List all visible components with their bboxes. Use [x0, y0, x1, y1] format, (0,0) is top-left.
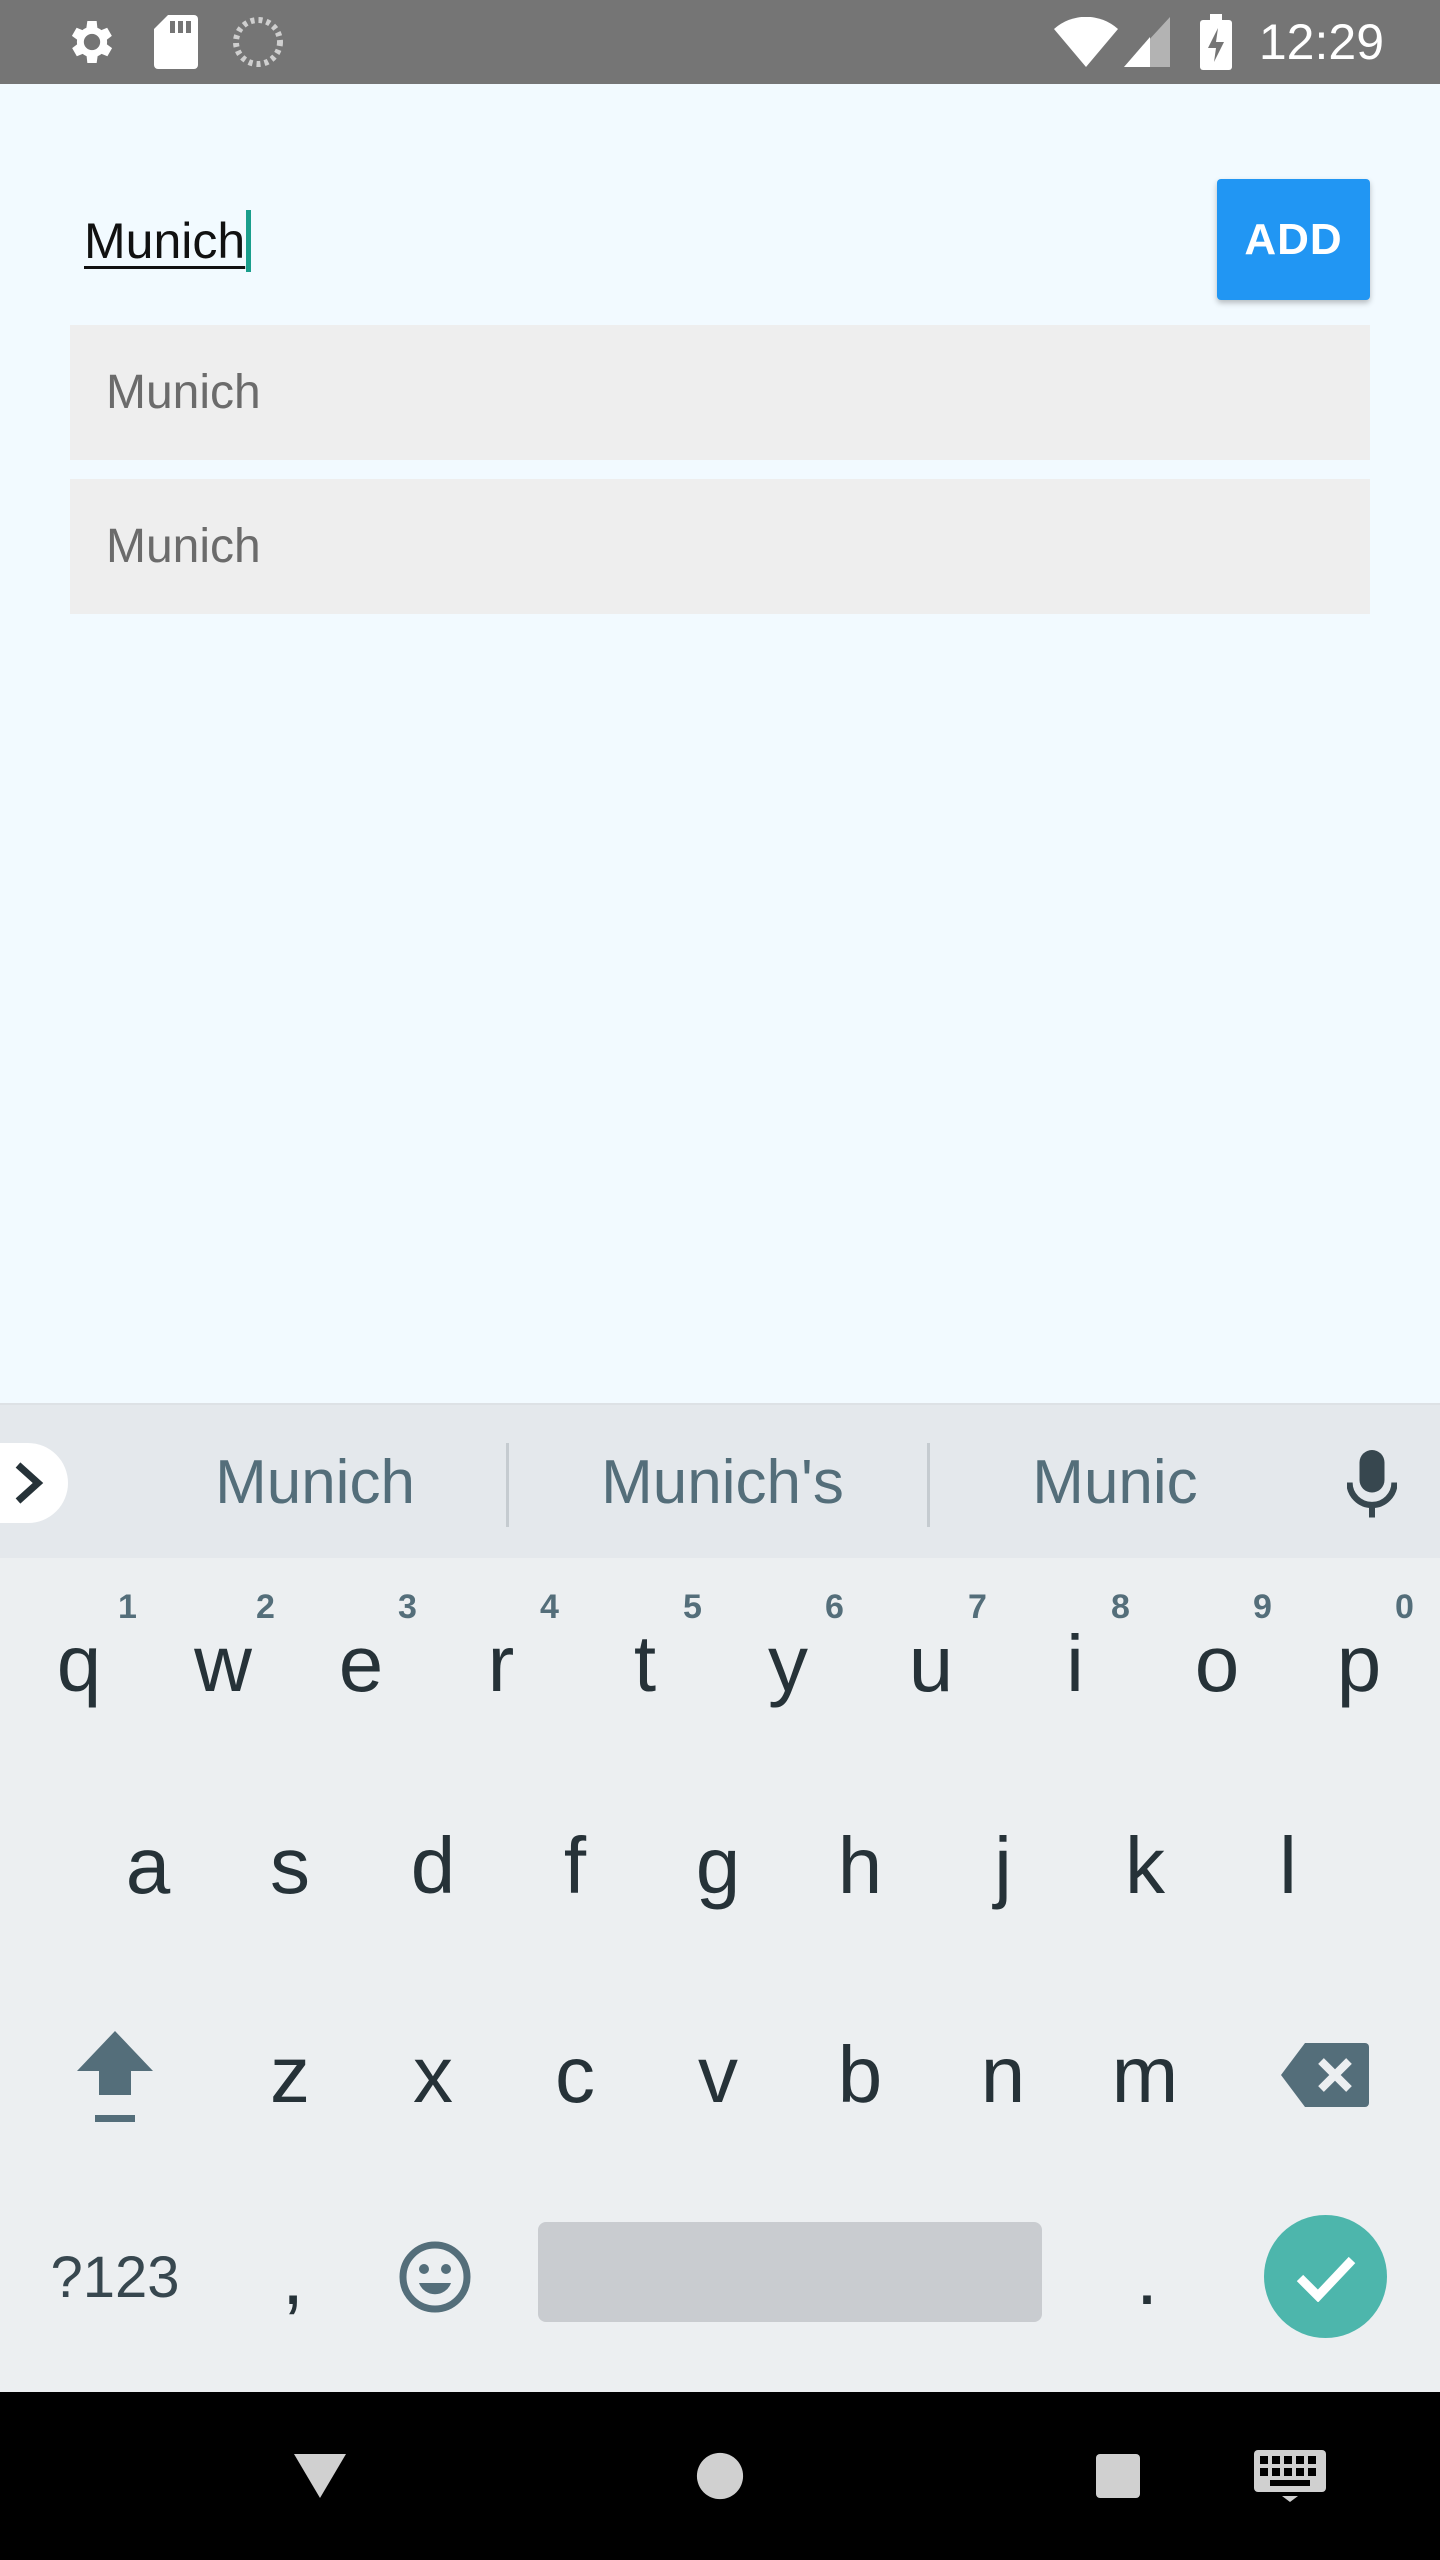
clock: 12:29: [1258, 14, 1384, 70]
checkmark-icon: [1296, 2256, 1355, 2302]
battery-charging-icon: [1196, 0, 1236, 84]
key-w[interactable]: w: [180, 1604, 266, 1724]
key-r[interactable]: r: [458, 1604, 544, 1724]
key-hint: 6: [825, 1588, 844, 1626]
key-hint: 9: [1253, 1588, 1272, 1626]
key-hint: 5: [683, 1588, 702, 1626]
suggestion-divider: [927, 1443, 930, 1527]
key-g[interactable]: g: [675, 1806, 761, 1926]
key-q[interactable]: q: [36, 1604, 122, 1724]
key-n[interactable]: n: [960, 2015, 1046, 2135]
sync-icon: [230, 0, 286, 84]
key-hint: 3: [398, 1588, 417, 1626]
city-input-wrapper[interactable]: Munich: [84, 196, 1184, 286]
symbols-key[interactable]: ?123: [30, 2222, 200, 2332]
emoji-key[interactable]: [385, 2222, 485, 2332]
key-u[interactable]: u: [888, 1604, 974, 1724]
key-hint: 2: [256, 1588, 275, 1626]
back-icon[interactable]: [280, 2392, 360, 2560]
list-item[interactable]: Munich: [70, 479, 1370, 614]
gear-icon: [60, 0, 124, 84]
wifi-icon: [1052, 0, 1120, 84]
comma-key[interactable]: ,: [250, 2222, 336, 2332]
key-x[interactable]: x: [390, 2015, 476, 2135]
backspace-icon: [1281, 2043, 1369, 2107]
navigation-bar: [0, 2392, 1440, 2560]
signal-icon: [1122, 0, 1172, 84]
key-o[interactable]: o: [1174, 1604, 1260, 1724]
list-item[interactable]: Munich: [70, 325, 1370, 460]
period-key[interactable]: .: [1104, 2222, 1190, 2332]
city-input[interactable]: Munich: [84, 196, 252, 286]
key-k[interactable]: k: [1102, 1806, 1188, 1926]
shift-icon: [77, 2031, 153, 2122]
home-icon[interactable]: [680, 2392, 760, 2560]
space-bar[interactable]: [538, 2222, 1042, 2322]
suggestion-divider: [506, 1443, 509, 1527]
key-i[interactable]: i: [1032, 1604, 1118, 1724]
key-e[interactable]: e: [318, 1604, 404, 1724]
enter-key[interactable]: [1264, 2215, 1387, 2338]
microphone-icon[interactable]: [1340, 1443, 1404, 1527]
add-button[interactable]: ADD: [1217, 179, 1370, 300]
key-j[interactable]: j: [960, 1806, 1046, 1926]
key-hint: 0: [1395, 1588, 1414, 1626]
keyboard-icon[interactable]: [1240, 2392, 1340, 2560]
key-y[interactable]: y: [745, 1604, 831, 1724]
city-input-value: Munich: [84, 213, 246, 269]
city-list: Munich Munich: [70, 325, 1370, 633]
key-s[interactable]: s: [247, 1806, 333, 1926]
sd-card-icon: [148, 0, 204, 84]
status-bar: 12:29: [0, 0, 1440, 84]
recents-icon[interactable]: [1078, 2392, 1158, 2560]
key-h[interactable]: h: [817, 1806, 903, 1926]
key-m[interactable]: m: [1102, 2015, 1188, 2135]
suggestion-3[interactable]: Munic: [935, 1405, 1295, 1560]
key-f[interactable]: f: [532, 1806, 618, 1926]
key-hint: 7: [968, 1588, 987, 1626]
key-p[interactable]: p: [1316, 1604, 1402, 1724]
key-t[interactable]: t: [602, 1604, 688, 1724]
key-z[interactable]: z: [247, 2015, 333, 2135]
shift-key[interactable]: [60, 2015, 170, 2135]
suggestion-2[interactable]: Munich's: [515, 1405, 930, 1560]
key-l[interactable]: l: [1245, 1806, 1331, 1926]
key-a[interactable]: a: [105, 1806, 191, 1926]
chevron-right-icon: [15, 1462, 44, 1504]
key-hint: 1: [118, 1588, 137, 1626]
key-b[interactable]: b: [817, 2015, 903, 2135]
backspace-key[interactable]: [1270, 2015, 1380, 2135]
suggestion-strip: Munich Munich's Munic: [0, 1403, 1440, 1558]
smiley-icon: [399, 2241, 471, 2313]
suggestion-1[interactable]: Munich: [120, 1405, 510, 1560]
key-d[interactable]: d: [390, 1806, 476, 1926]
key-hint: 4: [540, 1588, 559, 1626]
key-hint: 8: [1111, 1588, 1130, 1626]
key-c[interactable]: c: [532, 2015, 618, 2135]
key-v[interactable]: v: [675, 2015, 761, 2135]
expand-toolbar-button[interactable]: [0, 1443, 68, 1523]
text-caret: [246, 209, 252, 272]
